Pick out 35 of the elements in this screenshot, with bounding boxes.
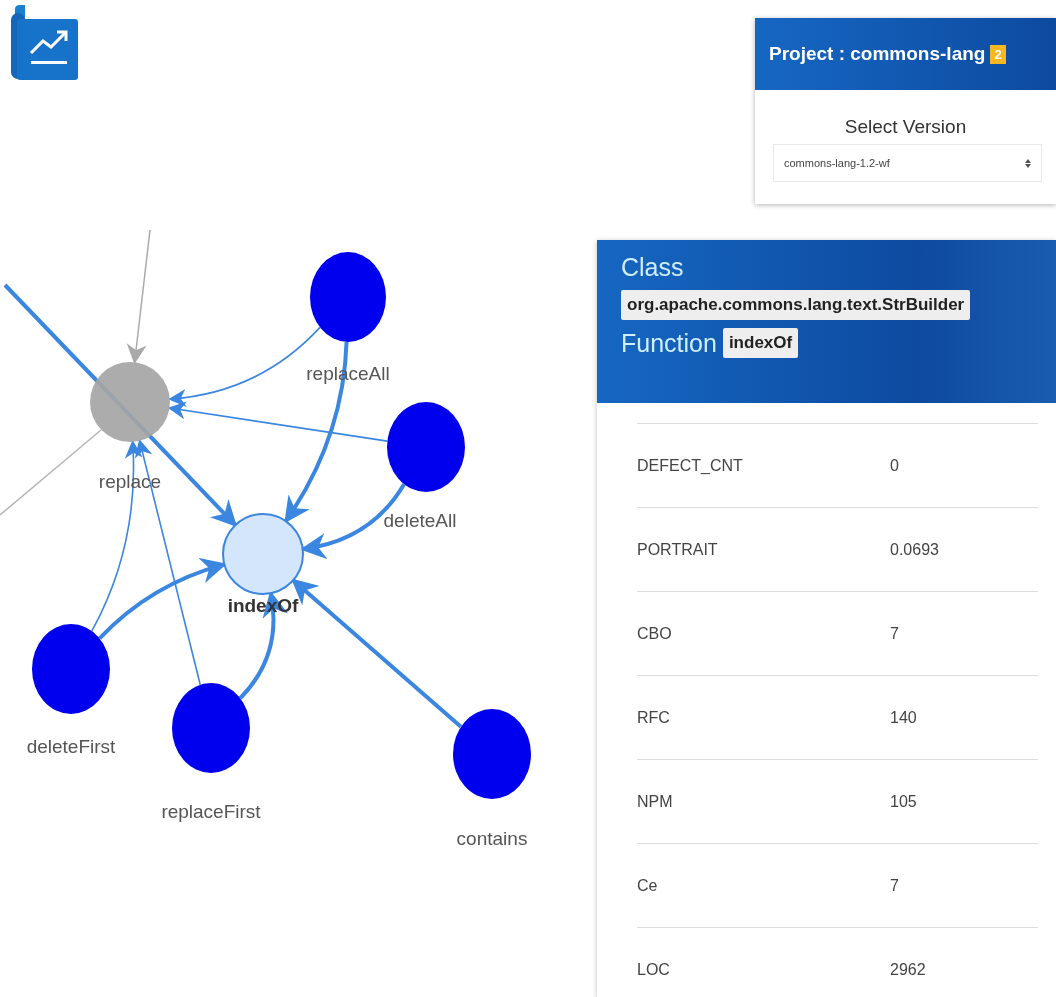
metric-value: 0 <box>890 456 899 475</box>
metric-name: RFC <box>637 708 671 727</box>
metric-name: Ce <box>637 876 659 895</box>
metric-name: NPM <box>637 792 674 811</box>
node-label: contains <box>456 828 528 849</box>
metric-value: 2962 <box>890 960 926 979</box>
metric-name: CBO <box>637 624 673 643</box>
project-title: Project : commons-lang <box>769 43 986 65</box>
count-badge: 2 <box>990 44 1006 64</box>
function-label: Function <box>621 328 717 358</box>
graph-node[interactable] <box>172 683 250 773</box>
node-label: replaceFirst <box>161 801 261 822</box>
graph-node[interactable] <box>387 402 465 492</box>
node-label: deleteFirst <box>26 736 116 757</box>
select-label: Select Version <box>843 116 968 138</box>
sort-caret-icon <box>1025 158 1031 168</box>
graph-node[interactable] <box>310 252 386 342</box>
graph-node[interactable] <box>453 709 531 799</box>
class-label: Class <box>621 252 685 282</box>
metric-name: PORTRAIT <box>637 540 719 559</box>
metric-name: LOC <box>637 960 671 979</box>
graph-node[interactable] <box>90 362 170 442</box>
graph-node[interactable] <box>222 513 304 595</box>
metric-value: 105 <box>890 792 917 811</box>
metric-value: 7 <box>890 876 899 895</box>
metric-value: 140 <box>890 708 917 727</box>
metric-value: 0.0693 <box>890 540 939 559</box>
class-name: org.apache.commons.lang.text.StrBuilder <box>621 290 971 320</box>
graph-node[interactable] <box>32 624 110 714</box>
function-name: indexOf <box>722 328 799 358</box>
metric-name: DEFECT_CNT <box>637 456 744 475</box>
version-select[interactable]: commons-lang-1.2-wf <box>773 144 1042 182</box>
logo-icon[interactable] <box>11 5 79 81</box>
metric-value: 7 <box>890 624 899 643</box>
node-label: deleteAll <box>383 510 457 531</box>
